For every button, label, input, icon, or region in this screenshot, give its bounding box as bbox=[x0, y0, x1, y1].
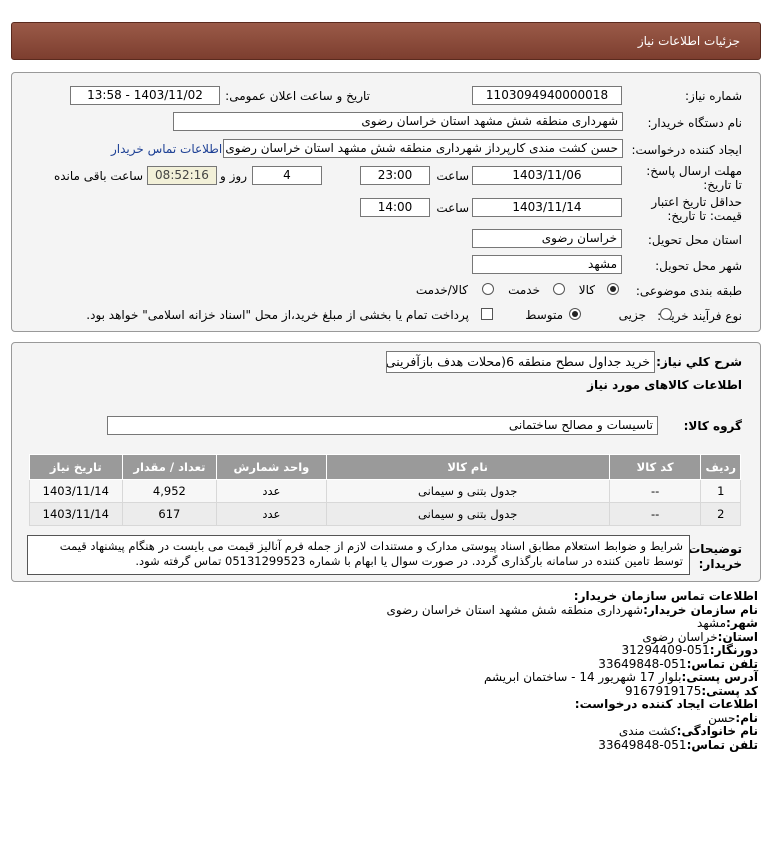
category-radio-goods[interactable] bbox=[607, 283, 619, 295]
phone-label: تلفن تماس: bbox=[686, 656, 758, 671]
table-row: 2 -- جدول بتنی و سیمانی عدد 617 1403/11/… bbox=[29, 502, 741, 526]
page-title: جزئیات اطلاعات نیاز bbox=[637, 34, 740, 48]
process-radio-medium[interactable] bbox=[569, 308, 581, 320]
buyer-contact-header: اطلاعات تماس سازمان خریدار: bbox=[573, 589, 758, 603]
cell-row: 2 bbox=[700, 502, 741, 526]
province-contact-value: خراسان رضوی bbox=[642, 629, 718, 644]
buyer-contact-section: اطلاعات تماس سازمان خریدار: نام سازمان خ… bbox=[386, 589, 758, 752]
col-row: ردیف bbox=[700, 454, 741, 480]
creator-name-value: حسن bbox=[708, 710, 736, 725]
deadline-time-label: ساعت bbox=[436, 169, 469, 183]
cell-unit: عدد bbox=[216, 479, 327, 503]
group-field: تاسیسات و مصالح ساختمانی bbox=[107, 416, 658, 435]
org-value: شهرداری منطقه شش مشهد استان خراسان رضوی bbox=[386, 602, 644, 617]
city-field: مشهد bbox=[472, 255, 622, 274]
buyer-contact-link[interactable]: اطلاعات تماس خریدار bbox=[111, 142, 222, 156]
cell-quantity: 617 bbox=[121, 502, 218, 526]
days-label: روز و bbox=[220, 169, 247, 183]
fax-label: دورنگار: bbox=[709, 643, 758, 657]
org-label: نام سازمان خریدار: bbox=[643, 602, 758, 617]
cell-date: 1403/11/14 bbox=[29, 479, 123, 503]
payment-note: پرداخت تمام یا بخشی از مبلغ خرید،از محل … bbox=[86, 308, 469, 322]
city-label: شهر محل تحویل: bbox=[655, 259, 742, 273]
validity-time-field: 14:00 bbox=[360, 198, 430, 217]
creator-name-label: نام: bbox=[735, 710, 758, 725]
table-row: 1 -- جدول بتنی و سیمانی عدد 4,952 1403/1… bbox=[29, 479, 741, 503]
col-unit: واحد شمارش bbox=[216, 454, 327, 480]
creator-family-value: کشت مندی bbox=[618, 724, 677, 738]
category-option-both: کالا/خدمت bbox=[415, 283, 468, 297]
creator-field: حسن کشت مندی کارپرداز شهرداری منطقه شش م… bbox=[223, 139, 623, 158]
cell-date: 1403/11/14 bbox=[29, 502, 123, 526]
buyer-notes: شرایط و ضوابط استعلام مطابق اسناد پیوستی… bbox=[27, 535, 690, 575]
phone-value: 051-33649848 bbox=[598, 656, 687, 671]
creator-label: ایجاد کننده درخواست: bbox=[631, 143, 742, 157]
col-quantity: تعداد / مقدار bbox=[121, 454, 218, 480]
address-label: آدرس پستی: bbox=[681, 670, 758, 684]
goods-table: ردیف کد کالا نام کالا واحد شمارش تعداد /… bbox=[29, 454, 741, 526]
creator-phone-value: 051-33649848 bbox=[598, 737, 687, 752]
deadline-time-field: 23:00 bbox=[360, 166, 430, 185]
col-date: تاریخ نیاز bbox=[29, 454, 123, 480]
process-radio-minor[interactable] bbox=[660, 308, 672, 320]
buyer-field: شهرداری منطقه شش مشهد استان خراسان رضوی bbox=[173, 112, 623, 131]
notes-label: توضیحات خریدار: bbox=[688, 542, 742, 571]
validity-label: حداقل تاریخ اعتبار قیمت: تا تاریخ: bbox=[651, 195, 742, 223]
category-radio-both[interactable] bbox=[482, 283, 494, 295]
remaining-timer: 08:52:16 bbox=[147, 166, 217, 185]
fax-value: 051-31294409 bbox=[621, 643, 710, 657]
province-label: استان محل تحویل: bbox=[647, 233, 742, 247]
cell-name: جدول بتنی و سیمانی bbox=[325, 502, 610, 526]
cell-row: 1 bbox=[700, 479, 741, 503]
process-option-medium: متوسط bbox=[525, 308, 563, 322]
validity-time-label: ساعت bbox=[436, 201, 469, 215]
days-field: 4 bbox=[252, 166, 322, 185]
city-contact-label: شهر: bbox=[726, 616, 758, 630]
postal-value: 9167919175 bbox=[624, 683, 702, 698]
creator-contact-header: اطلاعات ایجاد کننده درخواست: bbox=[574, 697, 758, 711]
address-value: بلوار 17 شهریور 14 - ساختمان ابریشم bbox=[484, 670, 682, 684]
need-number-field: 1103094940000018 bbox=[472, 86, 622, 105]
cell-code: -- bbox=[608, 479, 702, 503]
col-code: کد کالا bbox=[608, 454, 702, 480]
remaining-label: ساعت باقی مانده bbox=[53, 169, 143, 183]
buyer-label: نام دستگاه خریدار: bbox=[647, 116, 743, 130]
page-title-bar: جزئیات اطلاعات نیاز bbox=[11, 22, 761, 60]
cell-code: -- bbox=[608, 502, 702, 526]
deadline-label: مهلت ارسال پاسخ: تا تاریخ: bbox=[646, 164, 742, 192]
category-option-service: خدمت bbox=[508, 283, 540, 297]
creator-family-label: نام خانوادگی: bbox=[676, 724, 758, 738]
announce-field: 1403/11/02 - 13:58 bbox=[70, 86, 220, 105]
process-option-minor: جزیی bbox=[618, 308, 646, 322]
need-number-label: شماره نیاز: bbox=[685, 89, 742, 103]
province-field: خراسان رضوی bbox=[472, 229, 622, 248]
category-radio-service[interactable] bbox=[553, 283, 565, 295]
category-label: طبقه بندی موضوعی: bbox=[635, 284, 742, 298]
validity-date-field: 1403/11/14 bbox=[472, 198, 622, 217]
goods-header: اطلاعات کالاهای مورد نیاز bbox=[587, 378, 742, 392]
creator-phone-label: تلفن تماس: bbox=[686, 737, 758, 752]
postal-label: کد پستی: bbox=[701, 683, 758, 698]
cell-quantity: 4,952 bbox=[121, 479, 218, 503]
group-label: گروه کالا: bbox=[683, 419, 742, 433]
summary-field: خرید جداول سطح منطقه 6(محلات هدف بازآفری… bbox=[386, 351, 655, 373]
col-name: نام کالا bbox=[325, 454, 610, 480]
table-header-row: ردیف کد کالا نام کالا واحد شمارش تعداد /… bbox=[29, 454, 741, 480]
summary-label: شرح کلي نياز: bbox=[656, 355, 742, 369]
category-option-goods: کالا bbox=[578, 283, 595, 297]
treasury-checkbox[interactable] bbox=[481, 308, 493, 320]
deadline-date-field: 1403/11/06 bbox=[472, 166, 622, 185]
cell-name: جدول بتنی و سیمانی bbox=[325, 479, 610, 503]
province-contact-label: استان: bbox=[717, 629, 758, 644]
cell-unit: عدد bbox=[216, 502, 327, 526]
city-contact-value: مشهد bbox=[697, 616, 726, 630]
announce-label: تاریخ و ساعت اعلان عمومی: bbox=[225, 89, 370, 103]
